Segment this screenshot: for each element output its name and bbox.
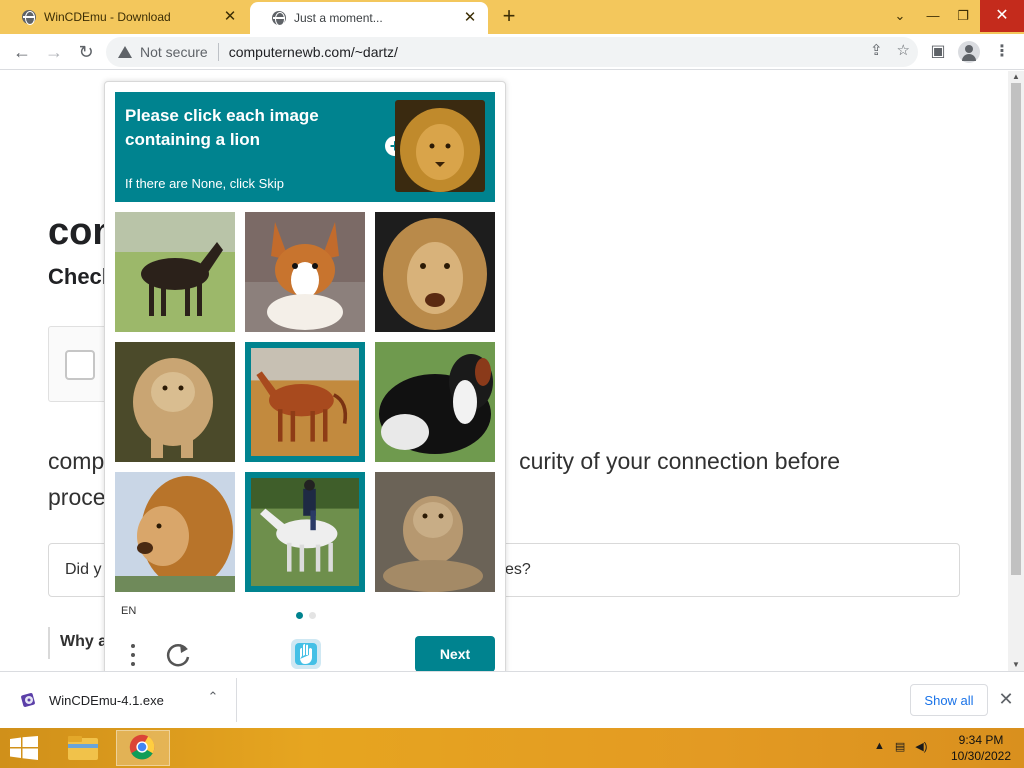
divider <box>236 678 237 722</box>
globe-icon <box>22 10 36 25</box>
bookmark-star-icon[interactable]: ☆ <box>897 41 910 59</box>
windows-start-icon[interactable] <box>10 736 38 760</box>
clock-time: 9:34 PM <box>958 733 1004 747</box>
tab-close-icon[interactable]: ✕ <box>222 9 238 25</box>
prompt-title: Please click each image containing a lio… <box>125 106 319 149</box>
image-grid <box>115 212 495 592</box>
url-text[interactable]: computernewb.com/~dartz/ <box>229 44 398 60</box>
faq-text-left: Did y <box>65 561 102 578</box>
tab-title: WinCDEmu - Download <box>44 10 171 24</box>
download-bar: WinCDEmu-4.1.exe ⌃ Show all ✕ <box>0 671 1024 728</box>
body-text-left: comp <box>48 448 105 474</box>
close-download-bar-icon[interactable]: ✕ <box>996 689 1016 709</box>
page-scrollbar[interactable]: ▲ ▼ <box>1008 71 1024 671</box>
image-tile-horse-white-rider[interactable] <box>245 472 365 592</box>
globe-icon <box>272 11 286 26</box>
tab-close-icon[interactable]: ✕ <box>462 10 478 26</box>
security-label[interactable]: Not secure <box>140 44 208 60</box>
chrome-taskbar-icon[interactable] <box>116 730 170 766</box>
address-bar[interactable]: Not secure computernewb.com/~dartz/ ⇪ ☆ <box>106 37 918 67</box>
browser-toolbar: ← → ↻ Not secure computernewb.com/~dartz… <box>0 34 1024 70</box>
system-tray: ▲ ▤ ◀) <box>874 740 927 753</box>
next-button[interactable]: Next <box>415 636 495 671</box>
windows-taskbar: ▲ ▤ ◀) 9:34 PM 10/30/2022 <box>0 728 1024 768</box>
installer-file-icon <box>21 693 35 707</box>
forward-button[interactable]: → <box>40 38 68 66</box>
image-tile-dog-collie[interactable] <box>375 342 495 462</box>
image-tile-horse-dark[interactable] <box>115 212 235 332</box>
image-tile-corgi[interactable] <box>245 212 365 332</box>
image-tile-lioness[interactable] <box>375 472 495 592</box>
image-tile-lion-face[interactable] <box>375 212 495 332</box>
divider <box>217 43 219 61</box>
new-tab-button[interactable]: + <box>498 5 520 28</box>
download-options-chevron-icon[interactable]: ⌃ <box>204 689 222 709</box>
hcaptcha-logo-icon <box>291 639 321 669</box>
show-hidden-icons-icon[interactable]: ▲ <box>874 740 885 753</box>
tab-search-chevron-icon[interactable]: ⌄ <box>886 0 914 32</box>
scroll-down-icon[interactable]: ▼ <box>1012 660 1020 669</box>
challenge-prompt: Please click each image containing a lio… <box>115 92 495 202</box>
pager-dot-active <box>296 612 303 619</box>
menu-kebab-icon[interactable]: ⋮ <box>990 38 1014 66</box>
scroll-up-icon[interactable]: ▲ <box>1012 72 1020 81</box>
close-window-button[interactable]: ✕ <box>980 0 1024 32</box>
hcaptcha-challenge: Please click each image containing a lio… <box>104 81 506 671</box>
share-icon[interactable]: ⇪ <box>870 41 883 59</box>
network-icon[interactable]: ▤ <box>895 740 905 753</box>
file-explorer-taskbar-icon[interactable] <box>56 730 110 766</box>
image-tile-lion-side[interactable] <box>115 472 235 592</box>
prompt-subtitle: If there are None, click Skip <box>125 176 284 191</box>
body-text-left-2: proce <box>48 484 106 510</box>
image-tile-lion-cub[interactable] <box>115 342 235 462</box>
clock-date: 10/30/2022 <box>950 749 1012 763</box>
volume-icon[interactable]: ◀) <box>915 740 927 753</box>
pager-dot <box>309 612 316 619</box>
minimize-button[interactable]: — <box>920 0 946 32</box>
menu-dots-icon[interactable] <box>123 640 143 670</box>
show-all-button[interactable]: Show all <box>910 684 988 716</box>
refresh-icon[interactable] <box>163 640 193 670</box>
reload-button[interactable]: ↻ <box>72 38 100 66</box>
side-panel-icon[interactable]: ▣ <box>926 38 950 66</box>
restore-button[interactable]: ❐ <box>950 0 976 32</box>
profile-avatar-icon[interactable] <box>958 41 980 63</box>
back-button[interactable]: ← <box>8 38 36 66</box>
tab-just-a-moment[interactable]: Just a moment... ✕ <box>250 2 488 34</box>
challenge-pager <box>296 612 316 619</box>
tab-wincdemu-download[interactable]: WinCDEmu - Download ✕ <box>0 0 248 34</box>
warning-icon[interactable] <box>118 46 132 58</box>
body-text-right: curity of your connection before <box>519 448 840 474</box>
system-clock[interactable]: 9:34 PM 10/30/2022 <box>944 732 1018 764</box>
image-tile-horse-brown[interactable] <box>245 342 365 462</box>
download-filename[interactable]: WinCDEmu-4.1.exe <box>49 693 164 708</box>
scrollbar-thumb[interactable] <box>1011 83 1021 575</box>
tab-strip: WinCDEmu - Download ✕ Just a moment... ✕… <box>0 0 1024 34</box>
page-viewport: con Check comp curity of your connection … <box>0 71 1008 671</box>
verify-checkbox[interactable] <box>65 350 95 380</box>
example-lion-image <box>395 100 485 192</box>
language-selector[interactable]: EN <box>121 605 136 617</box>
tab-title: Just a moment... <box>294 11 383 25</box>
